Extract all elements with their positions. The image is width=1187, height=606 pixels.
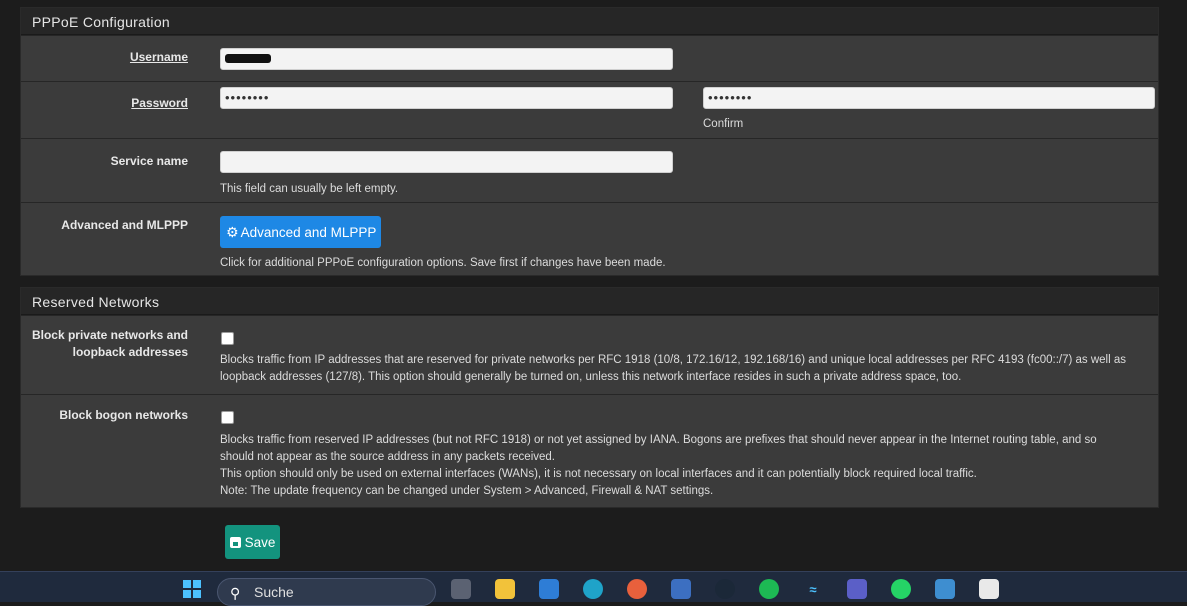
service-name-help: This field can usually be left empty. [220,183,399,195]
username-label[interactable]: Username [8,49,188,66]
wifi-icon[interactable]: ≈ [803,579,823,599]
password-row: Password •••••••• •••••••• Confirm [21,81,1158,138]
block-private-help-line2: loopback addresses (127/8). This option … [220,371,962,383]
remote-desktop-icon[interactable] [671,579,691,599]
password-confirm-input[interactable]: •••••••• [703,87,1155,109]
whatsapp-icon[interactable] [891,579,911,599]
pppoe-panel: PPPoE Configuration Username Password ••… [20,7,1159,276]
save-button[interactable]: Save [225,525,280,559]
block-private-label-line1: Block private networks and [31,328,188,342]
block-bogon-row: Block bogon networks Blocks traffic from… [21,394,1158,508]
spotify-icon[interactable] [759,579,779,599]
taskbar-search-label: Suche [254,584,294,600]
block-bogon-label: Block bogon networks [59,408,188,422]
password-input[interactable]: •••••••• [220,87,673,109]
block-private-help: Blocks traffic from IP addresses that ar… [220,352,1150,386]
pppoe-panel-title: PPPoE Configuration [21,8,1158,35]
advanced-label: Advanced and MLPPP [61,218,188,232]
task-view-icon[interactable] [451,579,471,599]
redacted-username [225,54,271,64]
block-bogon-help-line4: Note: The update frequency can be change… [220,485,714,497]
advanced-row: Advanced and MLPPP ⚙ Advanced and MLPPP … [21,202,1158,276]
gear-icon: ⚙ [226,223,239,240]
search-icon: ⚲ [230,585,241,601]
password-label[interactable]: Password [8,95,188,112]
store-icon[interactable] [539,579,559,599]
file-explorer-icon[interactable] [495,579,515,599]
snipping-icon[interactable] [979,579,999,599]
block-private-checkbox[interactable] [221,332,234,345]
block-private-row: Block private networks and loopback addr… [21,315,1158,394]
reserved-networks-panel: Reserved Networks Block private networks… [20,287,1159,508]
teams-icon[interactable] [847,579,867,599]
windows-taskbar: ⚲ Suche ≈ [0,571,1187,606]
block-bogon-checkbox[interactable] [221,411,234,424]
block-bogon-help: Blocks traffic from reserved IP addresse… [220,432,1150,500]
advanced-mlppp-button[interactable]: ⚙ Advanced and MLPPP [220,216,381,248]
firefox-icon[interactable] [627,579,647,599]
advanced-mlppp-button-label: Advanced and MLPPP [240,224,377,240]
photos-icon[interactable] [935,579,955,599]
block-private-label-line2: loopback addresses [72,345,188,359]
service-name-row: Service name This field can usually be l… [21,138,1158,202]
block-bogon-help-line1: Blocks traffic from reserved IP addresse… [220,434,1097,446]
confirm-label: Confirm [703,118,744,130]
reserved-networks-title: Reserved Networks [21,288,1158,315]
save-button-label: Save [244,534,276,550]
block-bogon-help-line3: This option should only be used on exter… [220,468,977,480]
block-private-label: Block private networks and loopback addr… [8,327,188,361]
username-input[interactable] [220,48,673,70]
steam-icon[interactable] [715,579,735,599]
username-row: Username [21,35,1158,81]
advanced-help: Click for additional PPPoE configuration… [220,257,666,269]
block-private-help-line1: Blocks traffic from IP addresses that ar… [220,354,1126,366]
edge-icon[interactable] [583,579,603,599]
block-bogon-help-line2: should not appear as the source address … [220,451,555,463]
service-name-input[interactable] [220,151,673,173]
start-icon[interactable] [182,579,202,599]
service-name-label: Service name [110,154,188,168]
floppy-disk-icon [229,536,241,548]
